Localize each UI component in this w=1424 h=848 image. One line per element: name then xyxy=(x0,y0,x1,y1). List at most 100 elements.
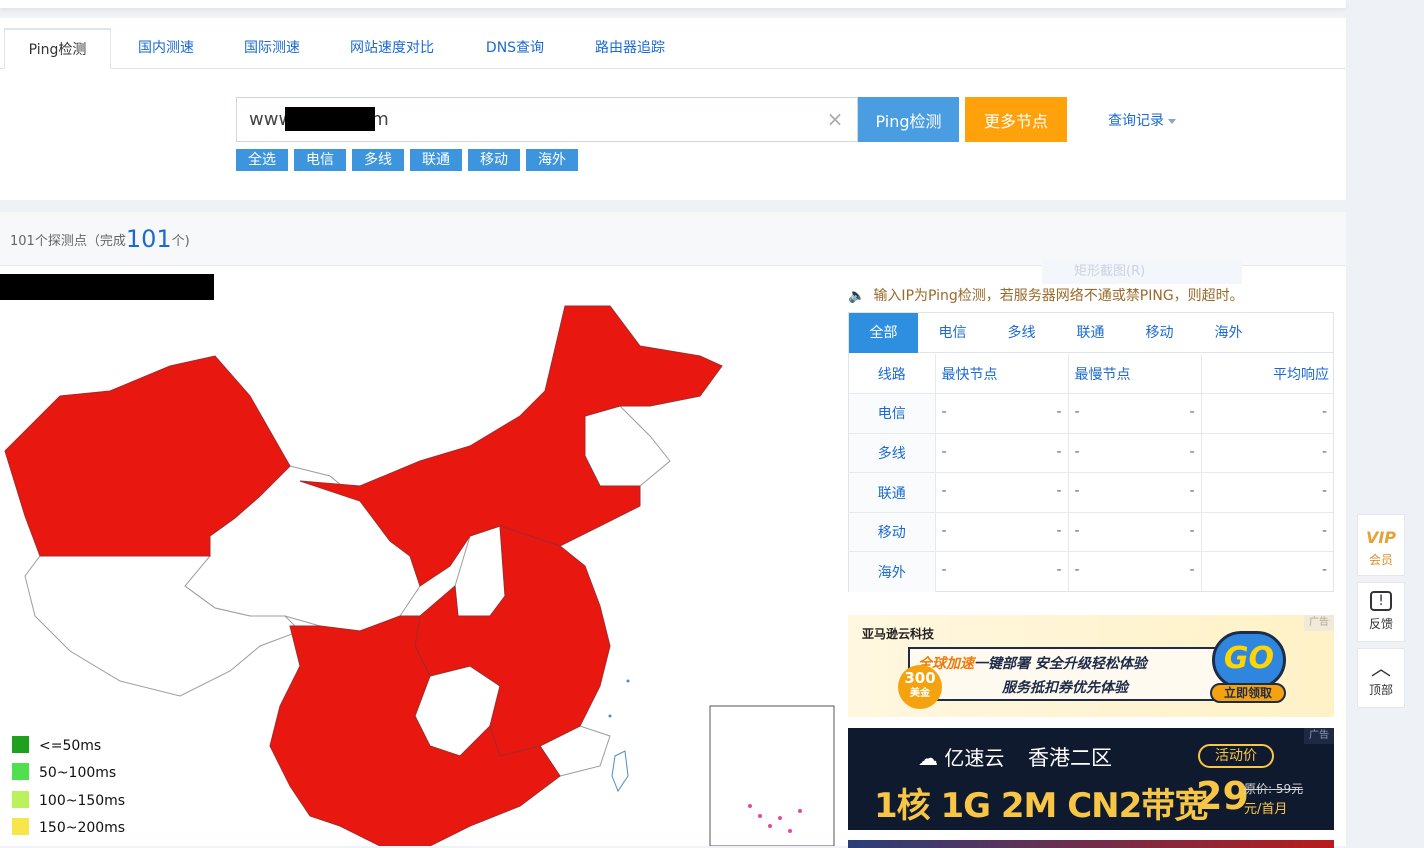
legend-label: 150~200ms xyxy=(39,820,126,836)
cloud-icon: ☁ xyxy=(918,746,938,770)
summary-prefix: 101个探测点（完成 xyxy=(10,234,126,249)
row-line: 多线 xyxy=(849,433,936,474)
result-tab-mobile[interactable]: 移动 xyxy=(1125,313,1194,353)
row-line: 海外 xyxy=(849,551,936,592)
col-fastest: 最快节点 xyxy=(935,354,1069,395)
fast-cell: -- xyxy=(935,433,1069,474)
ad-message-box: 全球加速一键部署 安全升级轻松体验 服务抵扣券优先体验 xyxy=(908,647,1226,701)
result-tab-unicom[interactable]: 联通 xyxy=(1056,313,1125,353)
filter-unicom[interactable]: 联通 xyxy=(410,149,462,171)
fast-cell: -- xyxy=(935,393,1069,434)
yisu-ad-banner[interactable]: 广告 ☁ 亿速云 香港二区 活动价 1核 1G 2M CN2带宽 29 原价: … xyxy=(848,728,1334,830)
tab-domestic-speed[interactable]: 国内测速 xyxy=(115,28,217,69)
ping-notice: 🔈 输入IP为Ping检测，若服务器网络不通或禁PING，则超时。 xyxy=(848,285,1244,305)
table-row: 联通 -- -- - xyxy=(849,472,1333,513)
ad-coin-badge: 300 美金 xyxy=(898,665,942,709)
avg-cell: - xyxy=(1201,472,1333,513)
go-text: GO xyxy=(1212,631,1286,689)
table-row: 海外 -- -- - xyxy=(849,551,1333,592)
tab-traceroute[interactable]: 路由器追踪 xyxy=(573,28,687,69)
table-row: 电信 -- -- - xyxy=(849,393,1333,434)
top-label: 顶部 xyxy=(1368,683,1393,697)
ad-line1: 全球加速一键部署 安全升级轻松体验 xyxy=(918,656,1147,672)
filter-multiline[interactable]: 多线 xyxy=(352,149,404,171)
filter-overseas[interactable]: 海外 xyxy=(526,149,578,171)
feedback-icon: ! xyxy=(1370,591,1392,611)
query-panel: Ping检测 国内测速 国际测速 网站速度对比 DNS查询 路由器追踪 × Pi… xyxy=(0,18,1346,200)
row-line: 移动 xyxy=(849,512,936,553)
fast-cell: -- xyxy=(935,472,1069,513)
legend-item: 150~200ms xyxy=(12,818,125,838)
result-tab-overseas[interactable]: 海外 xyxy=(1194,313,1263,353)
notice-text: 输入IP为Ping检测，若服务器网络不通或禁PING，则超时。 xyxy=(873,288,1244,304)
back-to-top-button[interactable]: ︿ 顶部 xyxy=(1357,648,1405,708)
result-tab-multiline[interactable]: 多线 xyxy=(987,313,1056,353)
map-region-white xyxy=(584,405,671,487)
vip-sidebar-button[interactable]: VIP 会员 xyxy=(1357,514,1405,576)
history-dropdown[interactable]: 查询记录 xyxy=(1108,110,1176,130)
feedback-sidebar-button[interactable]: ! 反馈 xyxy=(1357,582,1405,642)
tab-dns[interactable]: DNS查询 xyxy=(461,28,569,69)
results-table: 线路 最快节点 最慢节点 平均响应 电信 -- -- - 多线 -- -- - … xyxy=(849,354,1333,592)
slow-cell: -- xyxy=(1068,393,1202,434)
slow-cell: -- xyxy=(1068,512,1202,553)
slow-cell: -- xyxy=(1068,472,1202,513)
legend-swatch xyxy=(12,818,29,835)
third-ad-banner[interactable] xyxy=(848,840,1334,848)
filter-all[interactable]: 全选 xyxy=(236,149,288,171)
ad-original-price: 原价: 59元 xyxy=(1244,782,1304,796)
slow-cell: -- xyxy=(1068,551,1202,592)
ad-cta: 立即领取 xyxy=(1210,683,1286,703)
result-tab-telecom[interactable]: 电信 xyxy=(918,313,987,353)
fast-cell: -- xyxy=(935,551,1069,592)
speaker-icon: 🔈 xyxy=(848,288,866,304)
summary-count: 101 xyxy=(125,225,172,253)
tab-international-speed[interactable]: 国际测速 xyxy=(221,28,323,69)
col-line: 线路 xyxy=(849,354,936,395)
results-panel: 101个探测点（完成101个) 矩形截图(R) <=50ms 50~100ms … xyxy=(0,212,1346,848)
ad-go-button[interactable]: GO 立即领取 xyxy=(1206,631,1292,703)
ad-brand: 亚马逊云科技 xyxy=(862,627,935,641)
table-row: 多线 -- -- - xyxy=(849,433,1333,474)
ping-button[interactable]: Ping检测 xyxy=(858,97,959,142)
tab-ping[interactable]: Ping检测 xyxy=(4,28,111,69)
aws-ad-banner[interactable]: 广告 亚马逊云科技 全球加速一键部署 安全升级轻松体验 服务抵扣券优先体验 30… xyxy=(848,615,1334,717)
table-row: 移动 -- -- - xyxy=(849,512,1333,553)
search-box: × xyxy=(236,97,858,142)
feedback-label: 反馈 xyxy=(1368,617,1393,631)
col-average: 平均响应 xyxy=(1201,354,1333,395)
ad-spec: 1核 1G 2M CN2带宽 xyxy=(874,786,1208,826)
ad-price: 29 xyxy=(1196,774,1249,818)
legend-item: 100~150ms xyxy=(12,791,125,811)
tool-tabs: Ping检测 国内测速 国际测速 网站速度对比 DNS查询 路由器追踪 xyxy=(0,28,1346,69)
filter-mobile[interactable]: 移动 xyxy=(468,149,520,171)
arrow-up-icon: ︿ xyxy=(1371,656,1391,680)
ad-region: 香港二区 xyxy=(1028,746,1112,770)
result-tab-all[interactable]: 全部 xyxy=(849,313,918,353)
china-map xyxy=(4,305,835,846)
legend-swatch xyxy=(12,736,29,753)
more-nodes-button[interactable]: 更多节点 xyxy=(965,97,1067,142)
summary-suffix: 个) xyxy=(171,234,190,249)
clear-icon[interactable]: × xyxy=(825,109,845,129)
taiwan-island xyxy=(611,750,629,793)
legend-label: 100~150ms xyxy=(39,793,126,809)
legend-item: <=50ms xyxy=(12,736,101,756)
legend-swatch xyxy=(12,791,29,808)
tab-site-compare[interactable]: 网站速度对比 xyxy=(327,28,457,69)
legend-item: 50~100ms xyxy=(12,763,116,783)
probe-summary: 101个探测点（完成101个) xyxy=(0,212,1346,266)
redacted-text xyxy=(285,107,375,131)
table-header-row: 线路 最快节点 最慢节点 平均响应 xyxy=(849,354,1333,395)
filter-telecom[interactable]: 电信 xyxy=(294,149,346,171)
history-label: 查询记录 xyxy=(1108,113,1164,129)
ad-line2: 服务抵扣券优先体验 xyxy=(1002,680,1128,696)
avg-cell: - xyxy=(1201,512,1333,553)
avg-cell: - xyxy=(1201,433,1333,474)
legend-label: 50~100ms xyxy=(39,765,117,781)
vip-icon: VIP xyxy=(1365,528,1397,547)
row-line: 电信 xyxy=(849,393,936,434)
row-line: 联通 xyxy=(849,472,936,513)
ad-logo: ☁ 亿速云 xyxy=(918,746,1005,770)
ad-badge: 活动价 xyxy=(1198,744,1274,768)
